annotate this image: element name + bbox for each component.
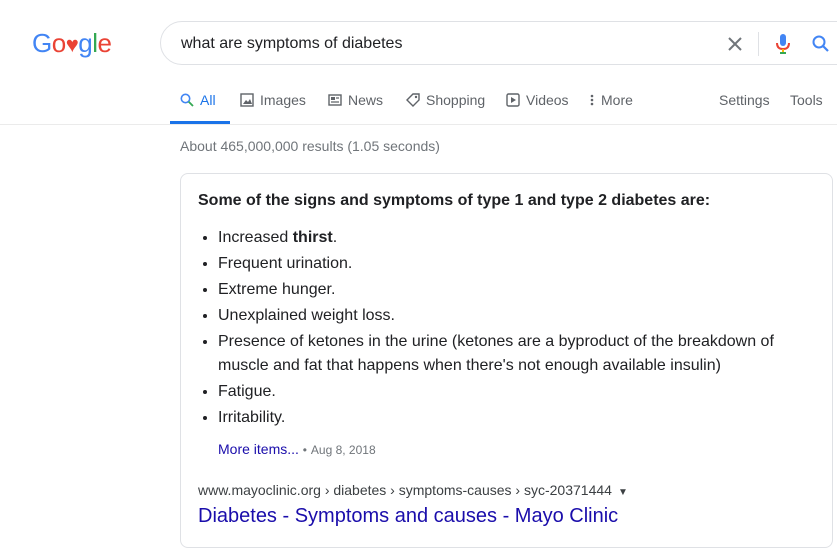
separator-dot: • bbox=[302, 443, 307, 457]
logo-letter-g2: g bbox=[78, 28, 93, 58]
tab-label: Shopping bbox=[426, 92, 486, 108]
caret-down-icon[interactable]: ▼ bbox=[618, 487, 628, 498]
clear-icon[interactable] bbox=[723, 32, 747, 56]
more-items-link[interactable]: More items... bbox=[218, 441, 299, 457]
tab-more[interactable]: More bbox=[589, 92, 633, 124]
search-icon bbox=[180, 93, 194, 107]
search-box[interactable]: what are symptoms of diabetes bbox=[160, 21, 837, 65]
result-title-link[interactable]: Diabetes - Symptoms and causes - Mayo Cl… bbox=[198, 505, 618, 528]
list-item: Presence of ketones in the urine (ketone… bbox=[218, 330, 798, 378]
tab-images[interactable]: Images bbox=[240, 92, 306, 124]
result-stats: About 465,000,000 results (1.05 seconds) bbox=[180, 138, 440, 154]
search-input[interactable]: what are symptoms of diabetes bbox=[181, 35, 402, 53]
logo-letter-g: G bbox=[32, 28, 52, 58]
tab-label: Images bbox=[260, 92, 306, 108]
search-tabs: All Images News Shopping Videos More Set… bbox=[0, 84, 837, 125]
tab-label: Videos bbox=[526, 92, 569, 108]
breadcrumb: www.mayoclinic.org › diabetes › symptoms… bbox=[198, 482, 612, 498]
active-tab-indicator bbox=[170, 121, 230, 124]
result-url: www.mayoclinic.org › diabetes › symptoms… bbox=[198, 482, 628, 498]
list-item: Increased thirst. bbox=[218, 226, 798, 250]
list-item-text: Increased bbox=[218, 229, 293, 246]
news-icon bbox=[328, 93, 342, 107]
tab-shopping[interactable]: Shopping bbox=[406, 92, 485, 124]
tab-label: News bbox=[348, 92, 384, 108]
tab-news[interactable]: News bbox=[328, 92, 383, 124]
play-icon bbox=[506, 93, 520, 107]
list-item: Extreme hunger. bbox=[218, 278, 798, 302]
tab-label: All bbox=[200, 92, 216, 108]
list-item: Frequent urination. bbox=[218, 252, 798, 276]
settings-link[interactable]: Settings bbox=[719, 92, 770, 124]
list-item-bold: thirst bbox=[292, 229, 333, 246]
list-item: Irritability. bbox=[218, 406, 798, 430]
featured-snippet: Some of the signs and symptoms of type 1… bbox=[180, 173, 833, 548]
search-divider bbox=[758, 32, 759, 56]
snippet-list: Increased thirst. Frequent urination. Ex… bbox=[198, 226, 798, 432]
list-item: Fatigue. bbox=[218, 380, 798, 404]
tag-icon bbox=[406, 93, 420, 107]
snippet-footer: More items... • Aug 8, 2018 bbox=[218, 441, 376, 457]
logo-letter-e: e bbox=[97, 28, 112, 58]
tab-all[interactable]: All bbox=[170, 92, 230, 124]
logo-heart-icon: ♥ bbox=[65, 32, 79, 57]
snippet-heading: Some of the signs and symptoms of type 1… bbox=[198, 192, 711, 209]
more-vert-icon bbox=[589, 93, 595, 107]
tab-videos[interactable]: Videos bbox=[506, 92, 569, 124]
logo-letter-o: o bbox=[51, 28, 66, 58]
google-logo[interactable]: Go♥gle bbox=[32, 28, 112, 59]
list-item: Unexplained weight loss. bbox=[218, 304, 798, 328]
tools-link[interactable]: Tools bbox=[790, 92, 823, 124]
list-item-text: . bbox=[332, 229, 338, 246]
microphone-icon[interactable] bbox=[771, 32, 795, 56]
image-icon bbox=[240, 93, 254, 107]
search-icon[interactable] bbox=[809, 32, 833, 56]
snippet-date: Aug 8, 2018 bbox=[310, 443, 376, 457]
tab-label: More bbox=[601, 92, 633, 108]
